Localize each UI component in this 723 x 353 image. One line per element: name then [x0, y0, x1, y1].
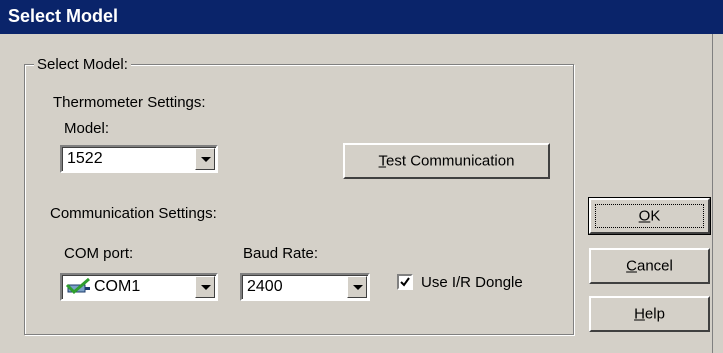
title-bar[interactable]: Select Model: [0, 0, 723, 34]
port-connected-icon: [65, 278, 90, 295]
com-port-label: COM port:: [64, 245, 134, 262]
use-ir-dongle-label[interactable]: Use I/R Dongle: [421, 274, 523, 291]
baud-rate-value: 2400: [247, 278, 283, 295]
model-label: Model:: [64, 120, 110, 137]
ok-button[interactable]: OK: [588, 197, 711, 235]
group-legend: Select Model:: [34, 56, 131, 73]
ok-label: K: [650, 207, 661, 225]
chevron-down-icon: [201, 285, 211, 290]
use-ir-dongle-checkbox[interactable]: [397, 274, 413, 290]
com-port-dropdown-button[interactable]: [195, 276, 215, 298]
window-title: Select Model: [8, 6, 119, 26]
com-port-value: COM1: [94, 278, 141, 295]
test-button-mnemonic: T: [378, 152, 387, 170]
help-button[interactable]: Help: [589, 296, 710, 332]
cancel-button[interactable]: Cancel: [589, 248, 710, 284]
model-value: 1522: [67, 150, 103, 167]
chevron-down-icon: [353, 285, 363, 290]
model-dropdown-button[interactable]: [195, 148, 215, 170]
check-icon: [400, 277, 410, 287]
window-edge: [712, 34, 713, 353]
help-mnemonic: H: [634, 305, 645, 323]
cancel-label: ancel: [636, 257, 673, 275]
cancel-mnemonic: C: [626, 257, 637, 275]
baud-rate-select[interactable]: 2400: [240, 273, 370, 301]
thermometer-settings-label: Thermometer Settings:: [53, 94, 206, 111]
model-select[interactable]: 1522: [60, 145, 218, 173]
ok-mnemonic: O: [638, 207, 651, 225]
com-port-select[interactable]: COM1: [60, 273, 218, 301]
help-label: elp: [644, 305, 665, 323]
baud-rate-dropdown-button[interactable]: [347, 276, 367, 298]
test-button-label: est Communication: [386, 152, 515, 170]
chevron-down-icon: [201, 157, 211, 162]
test-communication-button[interactable]: Test Communication: [343, 143, 550, 179]
baud-rate-label: Baud Rate:: [243, 245, 319, 262]
communication-settings-label: Communication Settings:: [50, 205, 217, 222]
